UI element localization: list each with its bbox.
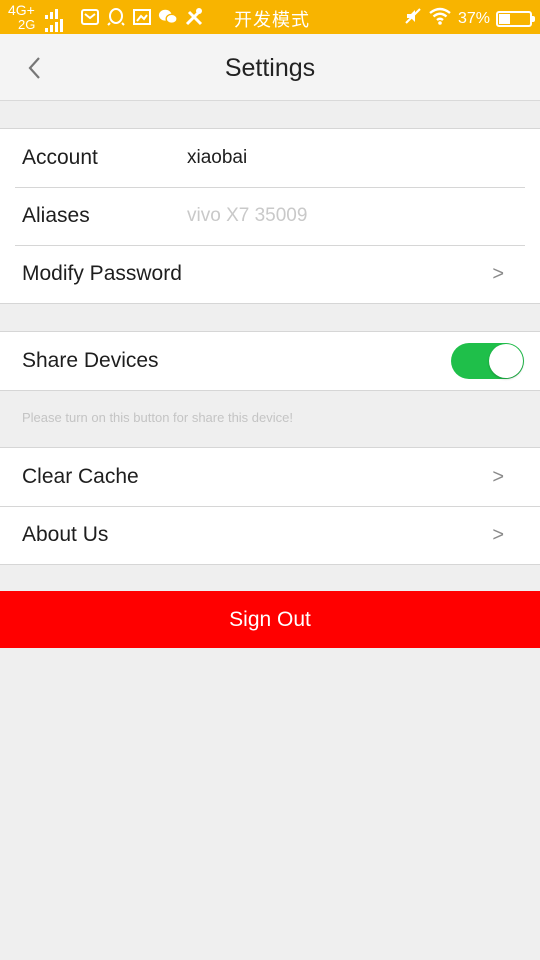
chevron-right-icon: >	[492, 465, 504, 488]
network-bottom-label: 2G	[18, 17, 36, 32]
battery-percent: 37%	[457, 9, 490, 27]
modify-password-row[interactable]: Modify Password >	[0, 245, 540, 303]
signal-icon	[45, 9, 63, 32]
share-devices-label: Share Devices	[22, 349, 159, 372]
aliases-label: Aliases	[22, 204, 90, 227]
about-us-label: About Us	[22, 523, 109, 546]
network-indicator: 4G+ 2G	[6, 3, 68, 33]
share-devices-toggle[interactable]	[451, 343, 524, 379]
aliases-row[interactable]: Aliases vivo X7 35009	[0, 187, 540, 245]
aliases-input[interactable]: vivo X7 35009	[187, 205, 307, 227]
status-right: 37%	[404, 7, 535, 30]
battery-icon	[496, 10, 535, 27]
share-group: Share Devices	[0, 331, 540, 391]
chevron-right-icon: >	[492, 523, 504, 546]
share-hint: Please turn on this button for share thi…	[22, 410, 293, 425]
notification-icons	[80, 7, 204, 27]
image-icon	[132, 7, 152, 27]
mail-icon	[80, 7, 100, 27]
modify-password-label: Modify Password	[22, 262, 182, 285]
account-value: xiaobai	[187, 147, 248, 168]
sign-out-button[interactable]: Sign Out	[0, 591, 540, 648]
account-label: Account	[22, 146, 98, 169]
tools-icon	[184, 7, 204, 27]
mode-text: 开发模式	[234, 10, 310, 30]
mute-icon	[404, 7, 422, 30]
wechat-icon	[158, 7, 178, 27]
toggle-knob	[489, 344, 523, 378]
account-group: Account xiaobai Aliases vivo X7 35009 Mo…	[0, 128, 540, 304]
page-title: Settings	[224, 54, 316, 82]
network-top-label: 4G+	[8, 2, 35, 18]
share-devices-row: Share Devices	[0, 332, 540, 390]
about-us-row[interactable]: About Us >	[0, 506, 540, 564]
clear-cache-row[interactable]: Clear Cache >	[0, 448, 540, 506]
misc-group: Clear Cache > About Us >	[0, 447, 540, 565]
wifi-icon	[428, 7, 452, 30]
status-bar: 4G+ 2G 开发模式 37%	[0, 0, 540, 34]
top-bar: Settings	[0, 34, 540, 101]
account-row: Account xiaobai	[0, 129, 540, 187]
chevron-right-icon: >	[492, 262, 504, 285]
clear-cache-label: Clear Cache	[22, 465, 139, 488]
qq-icon	[106, 7, 126, 27]
